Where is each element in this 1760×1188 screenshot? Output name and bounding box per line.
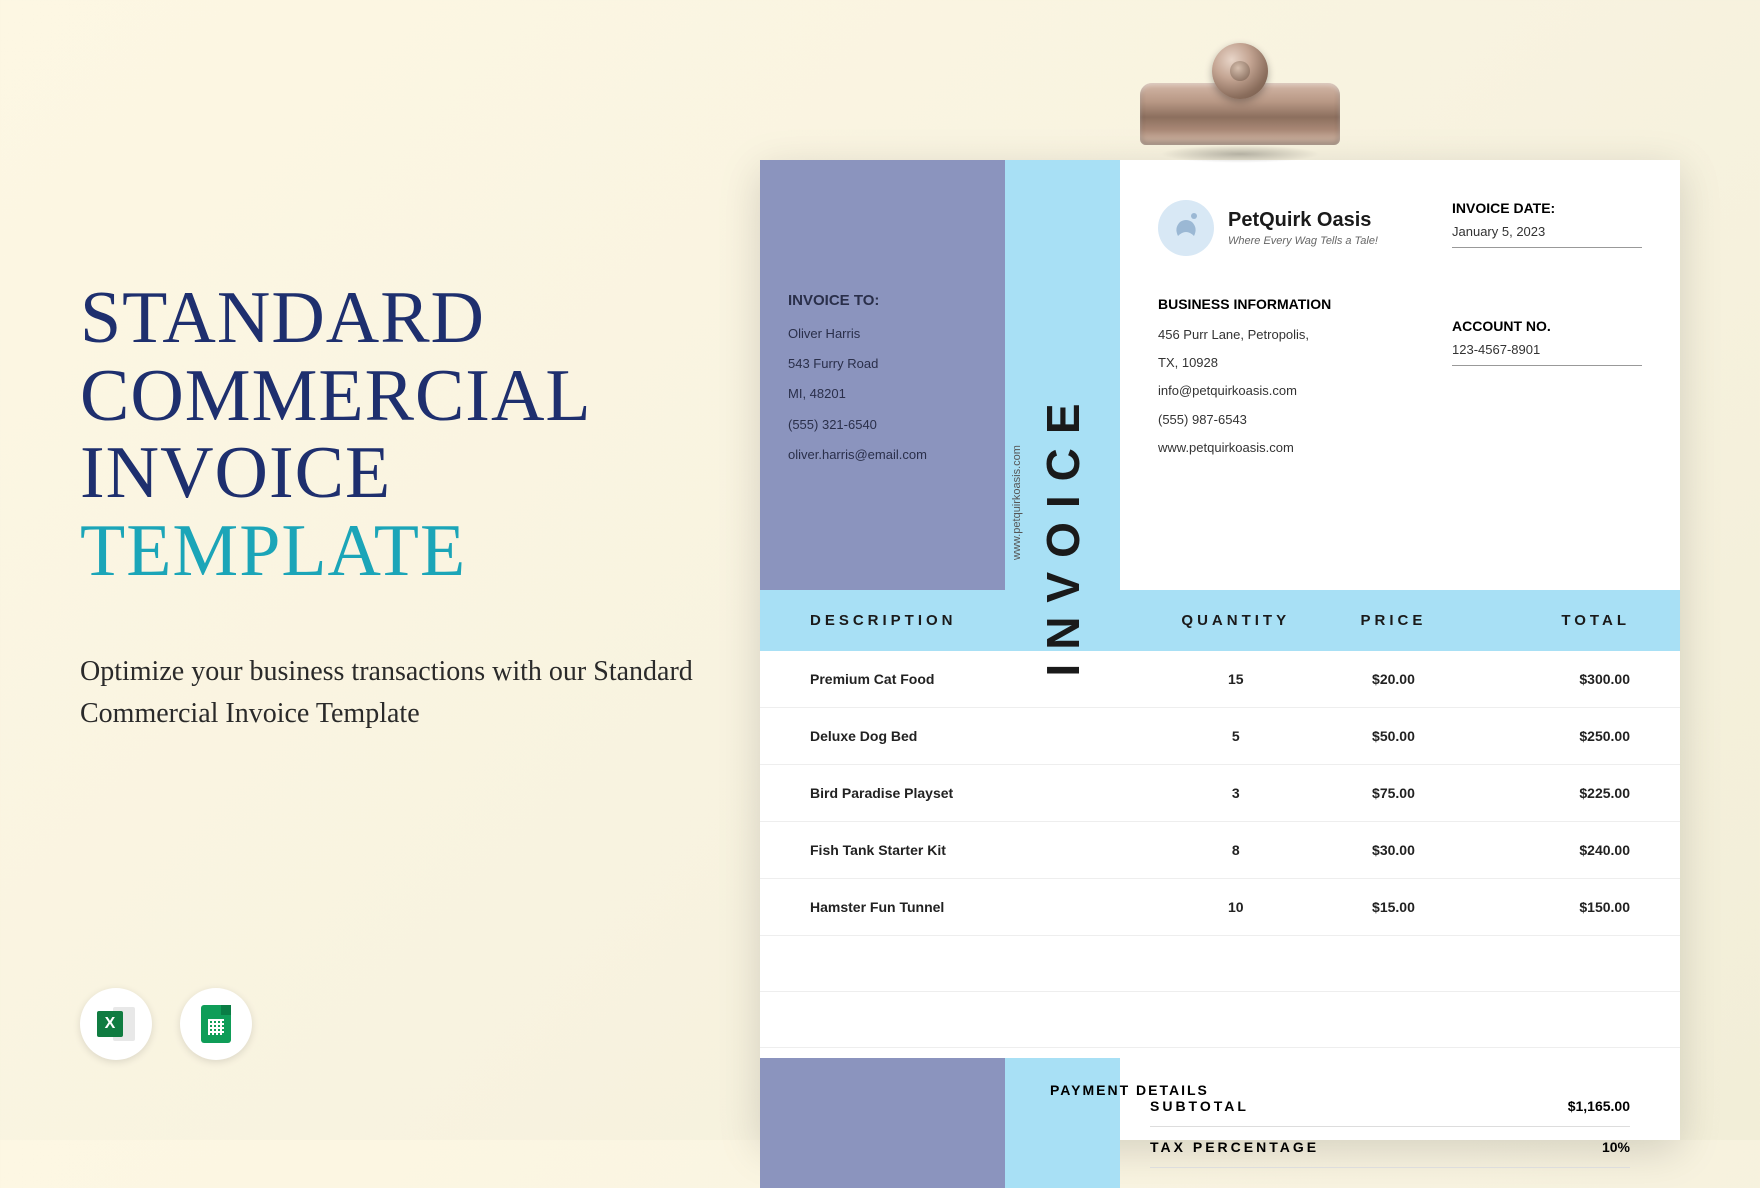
excel-icon <box>80 988 152 1060</box>
to-city: MI, 48201 <box>788 385 977 403</box>
invoice-to-label: INVOICE TO: <box>788 290 977 311</box>
business-info-label: BUSINESS INFORMATION <box>1158 296 1412 312</box>
table-row: Bird Paradise Playset3$75.00$225.00 <box>760 765 1680 822</box>
to-email: oliver.harris@email.com <box>788 446 977 464</box>
cell-quantity: 15 <box>1157 671 1315 687</box>
cell-total: $225.00 <box>1472 785 1630 801</box>
to-street: 543 Furry Road <box>788 355 977 373</box>
biz-web: www.petquirkoasis.com <box>1158 439 1412 457</box>
line-items-table: DESCRIPTION QUANTITY PRICE TOTAL Premium… <box>760 590 1680 1048</box>
cell-price: $15.00 <box>1315 899 1473 915</box>
invoice-vertical-label: INVOICE <box>1036 389 1090 676</box>
title-line-3: INVOICE <box>80 435 700 513</box>
subtotal-value: $1,165.00 <box>1568 1098 1630 1114</box>
payment-panel-bg <box>760 1058 1005 1188</box>
col-description: DESCRIPTION <box>810 612 1157 629</box>
cell-description: Fish Tank Starter Kit <box>810 842 1157 858</box>
binder-clip-graphic <box>1140 35 1340 165</box>
biz-city: TX, 10928 <box>1158 354 1412 372</box>
cell-quantity: 10 <box>1157 899 1315 915</box>
col-total: TOTAL <box>1472 612 1630 629</box>
tax-value: 10% <box>1602 1139 1630 1155</box>
payment-banner-bg <box>1005 1058 1120 1188</box>
cell-total: $300.00 <box>1472 671 1630 687</box>
table-row: Deluxe Dog Bed5$50.00$250.00 <box>760 708 1680 765</box>
cell-price: $50.00 <box>1315 728 1473 744</box>
invoice-date-label: INVOICE DATE: <box>1452 200 1642 216</box>
brand-logo-icon <box>1158 200 1214 256</box>
col-quantity: QUANTITY <box>1157 612 1315 629</box>
title-line-2: COMMERCIAL <box>80 358 700 436</box>
title-line-1: STANDARD <box>80 280 700 358</box>
subtotal-label: SUBTOTAL <box>1150 1098 1249 1114</box>
invoice-date-value: January 5, 2023 <box>1452 224 1642 248</box>
cell-total: $150.00 <box>1472 899 1630 915</box>
google-sheets-icon <box>180 988 252 1060</box>
table-row: Hamster Fun Tunnel10$15.00$150.00 <box>760 879 1680 936</box>
cell-quantity: 8 <box>1157 842 1315 858</box>
table-row <box>760 936 1680 992</box>
to-name: Oliver Harris <box>788 325 977 343</box>
cell-price: $30.00 <box>1315 842 1473 858</box>
to-phone: (555) 321-6540 <box>788 416 977 434</box>
biz-phone: (555) 987-6543 <box>1158 411 1412 429</box>
cell-description: Bird Paradise Playset <box>810 785 1157 801</box>
tax-label: TAX PERCENTAGE <box>1150 1139 1319 1155</box>
payment-details-label: PAYMENT DETAILS <box>1050 1082 1209 1098</box>
col-price: PRICE <box>1315 612 1473 629</box>
subtitle: Optimize your business transactions with… <box>80 651 700 735</box>
account-no-value: 123-4567-8901 <box>1452 342 1642 366</box>
biz-street: 456 Purr Lane, Petropolis, <box>1158 326 1412 344</box>
brand-name: PetQuirk Oasis <box>1228 209 1378 232</box>
cell-description: Premium Cat Food <box>810 671 1157 687</box>
cell-quantity: 3 <box>1157 785 1315 801</box>
cell-description: Hamster Fun Tunnel <box>810 899 1157 915</box>
brand-tagline: Where Every Wag Tells a Tale! <box>1228 235 1378 247</box>
format-icons <box>80 988 252 1060</box>
invoice-document: INVOICE TO: Oliver Harris 543 Furry Road… <box>760 160 1680 1140</box>
table-row: Premium Cat Food15$20.00$300.00 <box>760 651 1680 708</box>
account-no-label: ACCOUNT NO. <box>1452 318 1642 334</box>
cell-price: $75.00 <box>1315 785 1473 801</box>
table-header: DESCRIPTION QUANTITY PRICE TOTAL <box>760 590 1680 651</box>
table-row: Fish Tank Starter Kit8$30.00$240.00 <box>760 822 1680 879</box>
cell-total: $250.00 <box>1472 728 1630 744</box>
cell-quantity: 5 <box>1157 728 1315 744</box>
biz-email: info@petquirkoasis.com <box>1158 382 1412 400</box>
hero-text: STANDARD COMMERCIAL INVOICE TEMPLATE Opt… <box>80 280 700 735</box>
cell-total: $240.00 <box>1472 842 1630 858</box>
vertical-url: www.petquirkoasis.com <box>1011 445 1023 560</box>
cell-price: $20.00 <box>1315 671 1473 687</box>
title-line-4: TEMPLATE <box>80 513 700 591</box>
invoice-to-panel: INVOICE TO: Oliver Harris 543 Furry Road… <box>760 160 1005 590</box>
cell-description: Deluxe Dog Bed <box>810 728 1157 744</box>
table-row <box>760 992 1680 1048</box>
invoice-banner: www.petquirkoasis.com INVOICE <box>1005 160 1120 590</box>
